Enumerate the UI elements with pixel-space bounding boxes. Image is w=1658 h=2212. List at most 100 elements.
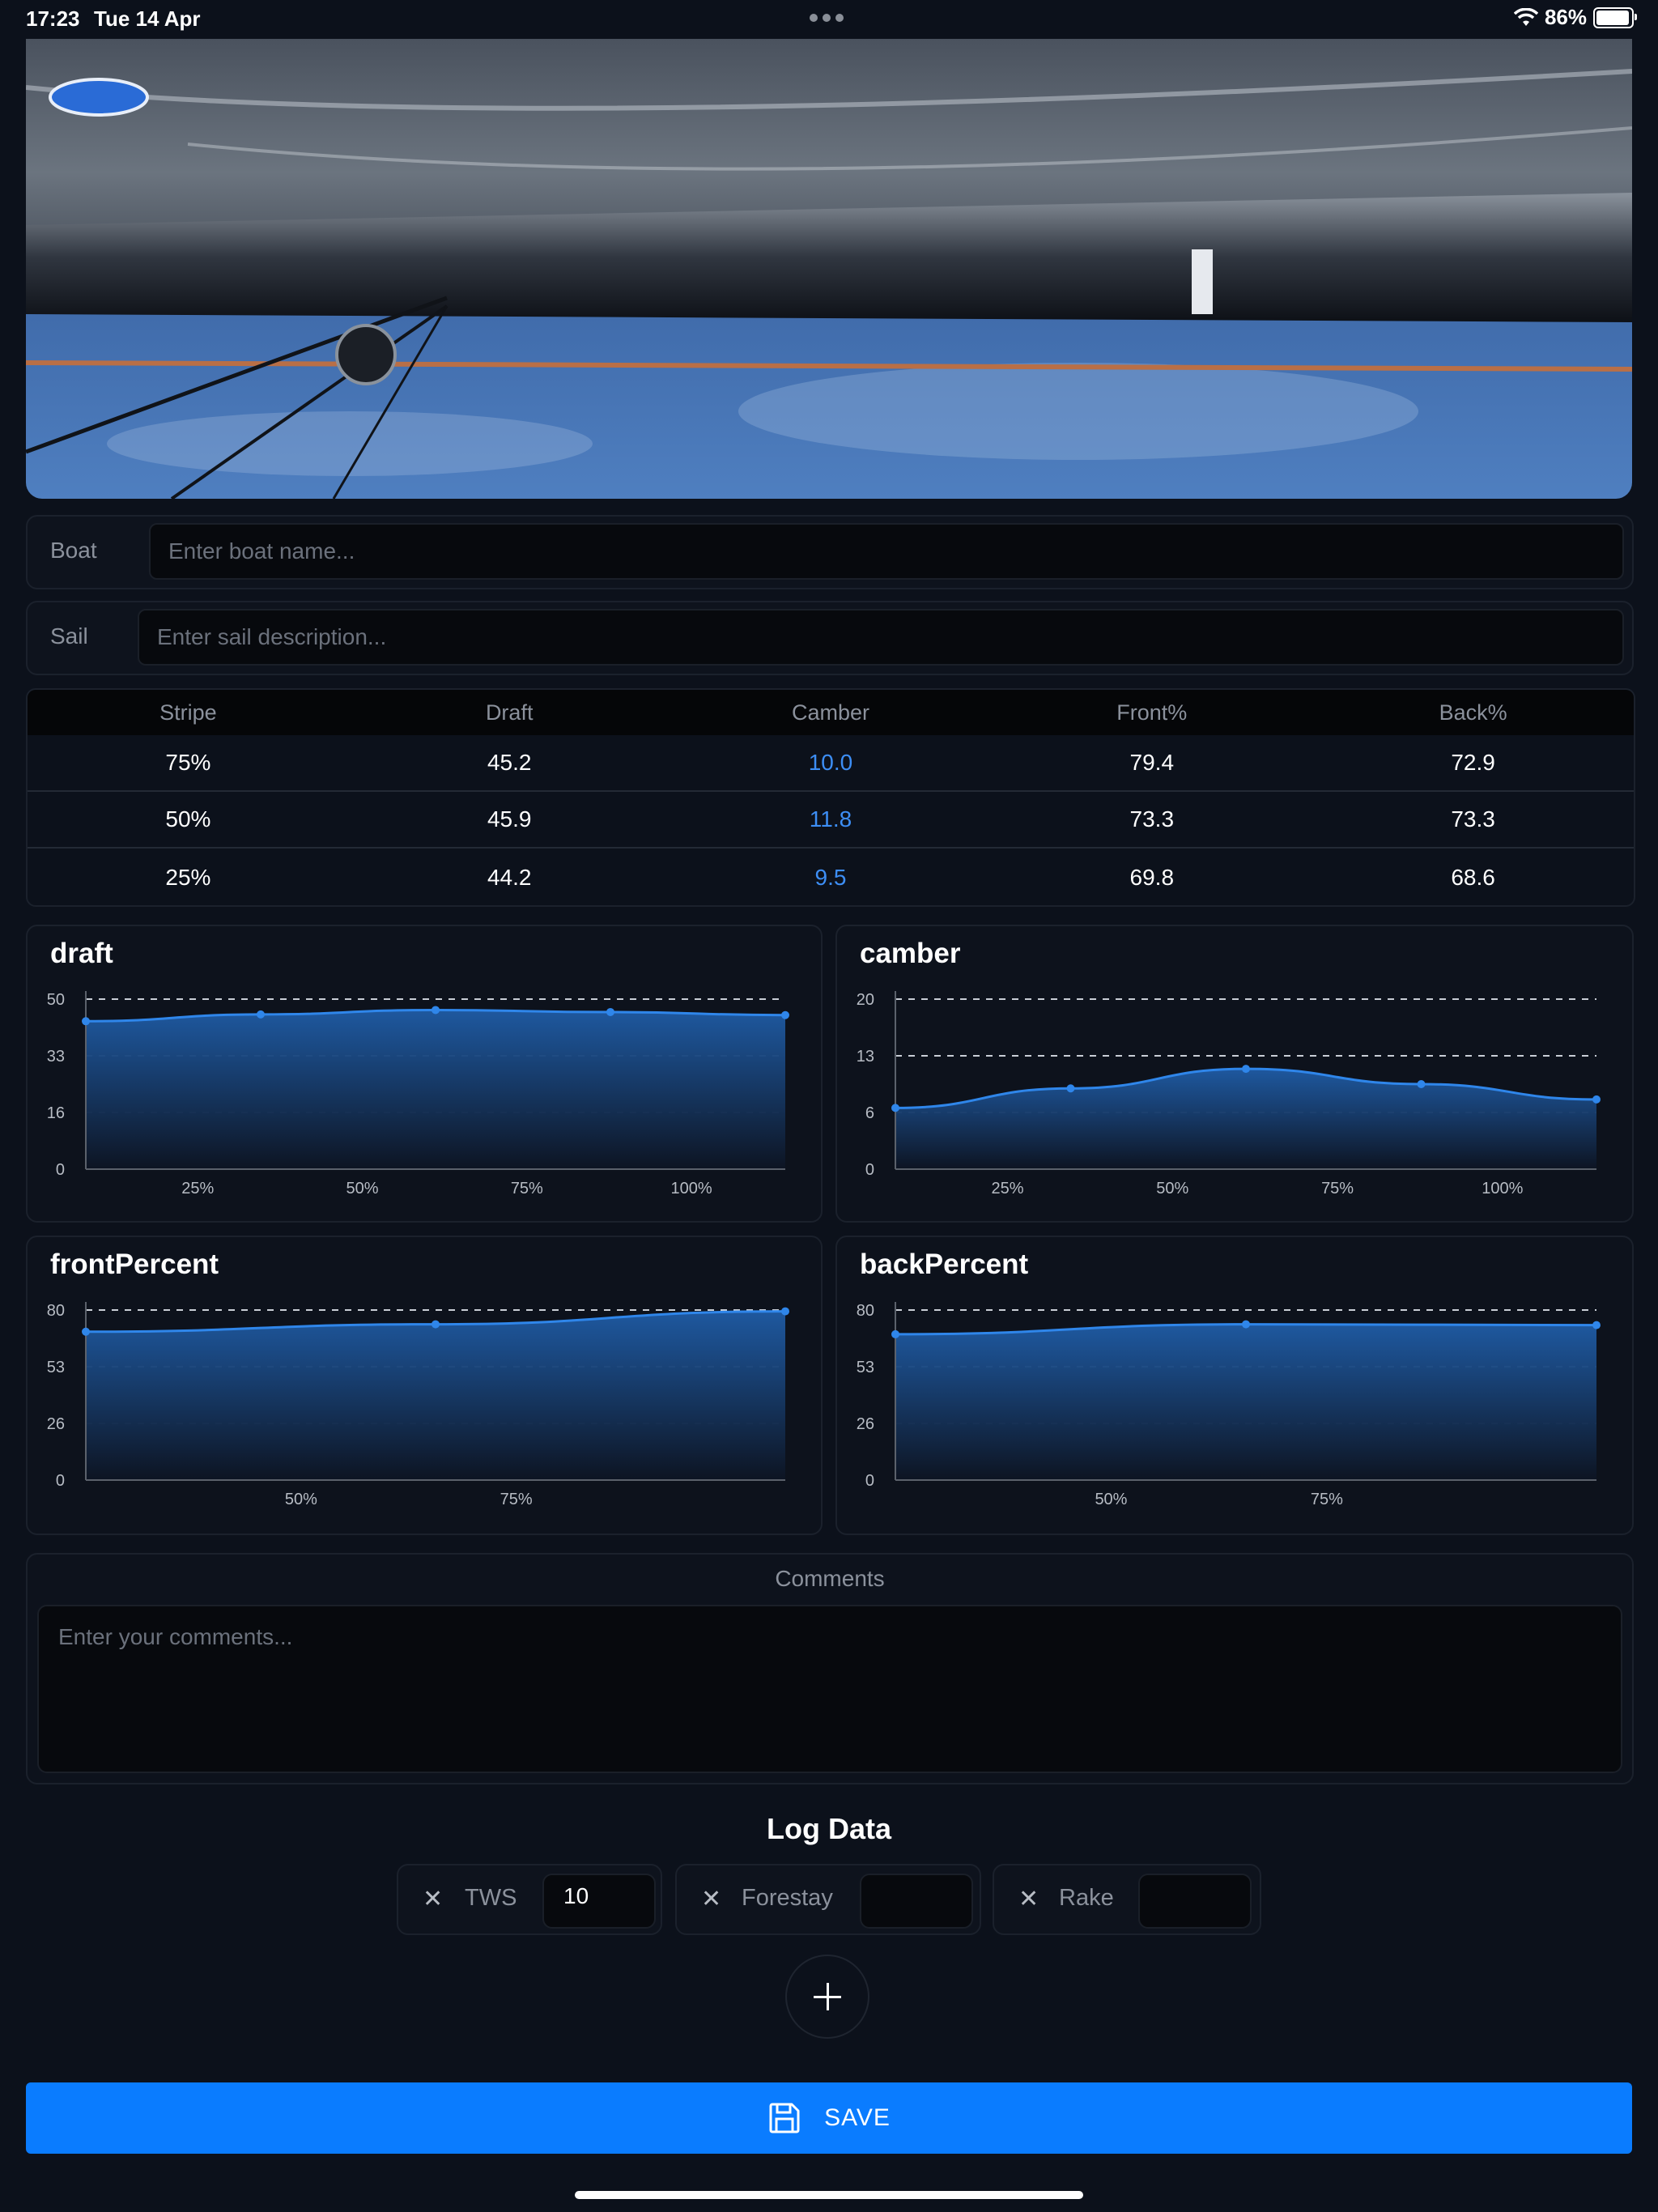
cell-stripe: 75% [165, 750, 211, 775]
status-time: 17:23 [26, 6, 80, 31]
y-tick-label: 80 [47, 1302, 65, 1320]
cell-stripe: 25% [165, 865, 211, 890]
header-back: Back% [1439, 700, 1507, 725]
log-item-rake: ✕ Rake [993, 1864, 1261, 1935]
multitasking-dots-icon[interactable] [810, 11, 848, 23]
data-point[interactable] [1242, 1065, 1250, 1074]
back-percent-chart: 80 53 26 0 50% 75% [857, 1302, 1601, 1508]
cell-draft: 45.2 [487, 750, 532, 775]
boat-label: Boat [50, 538, 97, 563]
add-log-item-button[interactable] [785, 1955, 869, 2039]
forestay-input[interactable] [860, 1874, 973, 1929]
camber-chart: 20 13 6 0 25% 50% 75% 100% [857, 991, 1601, 1197]
x-tick-label: 50% [1156, 1180, 1188, 1197]
x-tick-label: 75% [511, 1180, 543, 1197]
y-tick-label: 50 [47, 991, 65, 1009]
comments-input[interactable] [37, 1605, 1622, 1773]
series-area [86, 1010, 785, 1169]
data-point[interactable] [891, 1329, 899, 1338]
y-tick-label: 0 [56, 1472, 65, 1490]
data-point[interactable] [82, 1327, 90, 1336]
cell-back: 73.3 [1451, 806, 1495, 832]
data-point[interactable] [82, 1017, 90, 1026]
x-tick-label: 25% [181, 1180, 214, 1197]
sail-row: Sail [26, 601, 1634, 675]
tws-input[interactable]: 10 [542, 1874, 656, 1929]
header-camber: Camber [791, 700, 869, 725]
data-point[interactable] [891, 1104, 899, 1112]
x-tick-label: 50% [1095, 1491, 1127, 1508]
data-point[interactable] [781, 1307, 789, 1316]
x-tick-label: 75% [1311, 1491, 1343, 1508]
y-tick-label: 6 [865, 1104, 874, 1122]
x-tick-label: 75% [500, 1491, 533, 1508]
cell-back: 72.9 [1451, 750, 1495, 775]
cell-camber[interactable]: 11.8 [670, 792, 992, 847]
status-right: 86% [1513, 5, 1637, 30]
chart-card-draft: draft 50 33 16 0 25% 50% 75% 100% [26, 925, 823, 1223]
data-point[interactable] [432, 1006, 440, 1015]
data-point[interactable] [1417, 1080, 1426, 1088]
log-label: Rake [1059, 1885, 1114, 1911]
series-area [895, 1324, 1596, 1480]
comments-card: Comments [26, 1553, 1634, 1784]
comments-title: Comments [775, 1566, 885, 1591]
x-tick-label: 75% [1321, 1180, 1354, 1197]
front-percent-chart: 80 53 26 0 50% 75% [47, 1302, 789, 1508]
save-label: SAVE [824, 2104, 891, 2131]
status-date: Tue 14 Apr [94, 6, 201, 31]
cell-front: 69.8 [1129, 865, 1175, 890]
cell-camber[interactable]: 9.5 [670, 849, 992, 905]
data-point[interactable] [1242, 1320, 1250, 1329]
remove-rake-icon[interactable]: ✕ [1018, 1885, 1039, 1913]
series-area [895, 1069, 1596, 1169]
boat-row: Boat [26, 515, 1634, 589]
series-area [86, 1311, 785, 1480]
y-tick-label: 0 [865, 1161, 874, 1179]
x-tick-label: 100% [1482, 1180, 1523, 1197]
y-tick-label: 33 [47, 1048, 65, 1066]
cell-front: 79.4 [1129, 750, 1175, 775]
y-tick-label: 53 [857, 1359, 874, 1376]
cell-stripe: 50% [165, 806, 211, 832]
boat-name-input[interactable] [149, 523, 1624, 580]
x-tick-label: 50% [346, 1180, 379, 1197]
data-point[interactable] [432, 1320, 440, 1329]
table-header: Stripe Draft Camber Front% Back% [28, 690, 1634, 735]
cell-camber[interactable]: 10.0 [670, 735, 992, 790]
data-point[interactable] [1066, 1084, 1075, 1093]
data-point[interactable] [1592, 1321, 1601, 1329]
sail-photo [26, 39, 1632, 499]
data-point[interactable] [257, 1010, 265, 1019]
y-tick-label: 0 [865, 1472, 874, 1490]
rake-input[interactable] [1138, 1874, 1252, 1929]
table-row: 25% 44.2 9.5 69.8 68.6 [28, 847, 1634, 905]
table-row: 50% 45.9 11.8 73.3 73.3 [28, 790, 1634, 847]
remove-tws-icon[interactable]: ✕ [423, 1885, 443, 1913]
data-point[interactable] [781, 1010, 789, 1019]
sail-label: Sail [50, 623, 88, 649]
y-tick-label: 13 [857, 1048, 874, 1066]
x-tick-label: 25% [992, 1180, 1024, 1197]
remove-forestay-icon[interactable]: ✕ [701, 1885, 721, 1913]
y-tick-label: 0 [56, 1161, 65, 1179]
log-item-tws: ✕ TWS 10 [397, 1864, 662, 1935]
x-tick-label: 50% [285, 1491, 317, 1508]
x-tick-label: 100% [671, 1180, 712, 1197]
y-tick-label: 26 [47, 1415, 65, 1433]
chart-card-front-percent: frontPercent 80 53 26 0 50% 75% [26, 1236, 823, 1535]
y-tick-label: 26 [857, 1415, 874, 1433]
data-point[interactable] [1592, 1095, 1601, 1104]
header-draft: Draft [485, 700, 534, 725]
chart-card-camber: camber 20 13 6 0 25% 50% 75% 100% [835, 925, 1634, 1223]
save-button[interactable]: SAVE [26, 2082, 1632, 2154]
sail-description-input[interactable] [138, 609, 1624, 666]
cell-draft: 44.2 [487, 865, 532, 890]
battery-percent: 86% [1544, 5, 1587, 29]
y-tick-label: 53 [47, 1359, 65, 1376]
home-indicator[interactable] [575, 2191, 1083, 2199]
data-point[interactable] [606, 1007, 614, 1016]
table-row: 75% 45.2 10.0 79.4 72.9 [28, 735, 1634, 790]
cell-back: 68.6 [1451, 865, 1495, 890]
stripe-table: Stripe Draft Camber Front% Back% 75% 45.… [26, 688, 1635, 907]
